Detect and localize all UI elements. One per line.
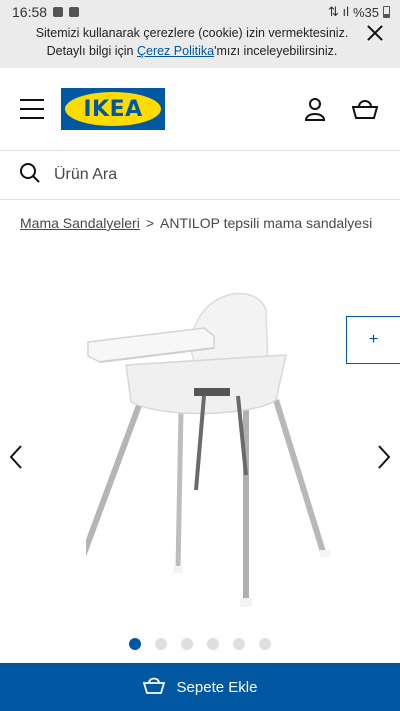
battery-level: %35 bbox=[352, 4, 379, 20]
carousel-dot[interactable] bbox=[233, 638, 245, 650]
carousel-dots bbox=[0, 638, 400, 650]
status-time: 16:58 bbox=[12, 4, 48, 20]
search-input[interactable] bbox=[54, 166, 354, 184]
user-icon[interactable] bbox=[300, 94, 330, 124]
cookie-banner: Sitemizi kullanarak çerezlere (cookie) i… bbox=[0, 24, 400, 68]
breadcrumb-parent-link[interactable]: Mama Sandalyeleri bbox=[20, 215, 140, 231]
add-to-cart-button[interactable]: Sepete Ekle bbox=[0, 663, 400, 711]
product-gallery: + bbox=[0, 246, 400, 686]
cookie-policy-link[interactable]: Çerez Politika bbox=[137, 44, 214, 58]
shopping-bag-icon[interactable] bbox=[350, 94, 380, 124]
status-bar: 16:58 ⇅ ıl %35 bbox=[0, 0, 400, 24]
logo-text: IKEA bbox=[83, 96, 143, 122]
hamburger-menu-icon[interactable] bbox=[20, 99, 44, 119]
carousel-dot[interactable] bbox=[259, 638, 271, 650]
ikea-logo[interactable]: IKEA bbox=[61, 88, 165, 130]
search-bar bbox=[0, 150, 400, 200]
product-image[interactable] bbox=[73, 270, 336, 615]
close-icon[interactable] bbox=[366, 24, 384, 42]
site-header: IKEA bbox=[0, 68, 400, 150]
cart-icon bbox=[142, 675, 165, 699]
battery-icon bbox=[383, 6, 390, 18]
carousel-dot[interactable] bbox=[181, 638, 193, 650]
breadcrumb-separator: > bbox=[145, 215, 155, 231]
zoom-button[interactable]: + bbox=[346, 316, 400, 364]
carousel-dot[interactable] bbox=[155, 638, 167, 650]
add-to-cart-label: Sepete Ekle bbox=[176, 678, 258, 696]
chevron-left-icon[interactable] bbox=[6, 442, 26, 472]
carousel-dot[interactable] bbox=[129, 638, 141, 650]
signal-icon: ⇅ ıl bbox=[327, 4, 349, 19]
folder-icon bbox=[69, 7, 80, 17]
chevron-right-icon[interactable] bbox=[374, 442, 394, 472]
breadcrumb: Mama Sandalyeleri > ANTILOP tepsili mama… bbox=[0, 200, 400, 246]
notification-icon bbox=[53, 7, 64, 17]
breadcrumb-current: ANTILOP tepsili mama sandalyesi bbox=[160, 215, 373, 231]
search-icon[interactable] bbox=[20, 162, 40, 188]
carousel-dot[interactable] bbox=[207, 638, 219, 650]
cookie-text-end: 'mızı inceleyebilirsiniz. bbox=[214, 44, 338, 58]
